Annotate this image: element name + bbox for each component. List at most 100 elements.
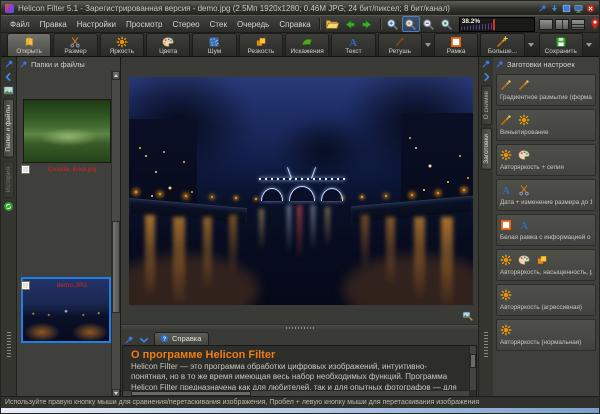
file-checkbox[interactable] xyxy=(21,281,30,290)
window-lights-right xyxy=(409,137,411,139)
tab-sharpen[interactable]: Резкость xyxy=(239,33,283,56)
sun-icon xyxy=(500,289,512,301)
more-dropdown-arrow[interactable] xyxy=(528,43,534,47)
save-dropdown-arrow[interactable] xyxy=(586,43,592,47)
preset-brightness-saturation-sharpness[interactable]: Авторяркость, насыщенность, резкос xyxy=(496,249,596,281)
water-reflection xyxy=(311,205,315,249)
zoom-out-button[interactable] xyxy=(420,16,438,32)
vtab-about-image[interactable]: О снимке xyxy=(481,85,492,125)
retouch-dropdown-arrow[interactable] xyxy=(425,43,431,47)
files-scrollbar[interactable] xyxy=(111,71,120,398)
sun-icon xyxy=(518,114,530,126)
pin-help-icon[interactable] xyxy=(124,335,134,345)
tab-frame[interactable]: Рамка xyxy=(434,33,478,56)
canvas-preview-button[interactable] xyxy=(461,309,474,321)
close-icon[interactable] xyxy=(586,4,595,13)
preset-vignette[interactable]: Виньетирование xyxy=(496,109,596,141)
app-icon xyxy=(5,4,14,13)
zoom-actual-button[interactable] xyxy=(438,16,456,32)
menu-file[interactable]: Файл xyxy=(5,18,35,31)
vtab-folders-files[interactable]: Папки и файлы xyxy=(3,99,14,158)
menu-queue[interactable]: Очередь xyxy=(232,18,274,31)
status-bar: Используйте правую кнопку мыши для сравн… xyxy=(1,396,599,408)
preset-gradient-blur[interactable]: Градиентное размытие (форма серд xyxy=(496,74,596,106)
preset-autobrightness-sepia[interactable]: Авторяркость + сепия xyxy=(496,144,596,176)
tab-save[interactable]: Сохранить xyxy=(539,33,583,56)
svg-text:?: ? xyxy=(163,336,166,342)
zoom-in-button[interactable] xyxy=(384,16,402,32)
file-name[interactable]: demo.JPG xyxy=(36,282,108,289)
tab-brightness[interactable]: Яркость xyxy=(100,33,144,56)
help-vertical-scrollbar[interactable] xyxy=(469,346,476,390)
maximize-icon[interactable] xyxy=(562,4,571,13)
brush-icon xyxy=(394,35,406,48)
layout-split-button[interactable] xyxy=(571,19,585,30)
magnifier-minus-icon xyxy=(422,18,435,31)
collapse-right-icon[interactable] xyxy=(481,72,491,82)
file-checkbox[interactable] xyxy=(21,165,30,174)
scrollbar-thumb[interactable] xyxy=(112,221,120,313)
folders-files-panel: Папки и файлы Croatia, Krka.jpg demo.JPG xyxy=(17,57,121,398)
street-lamps-right xyxy=(463,189,465,191)
preset-white-frame-info[interactable]: A Белая рамка с информацией о сним xyxy=(496,214,596,246)
preset-autobrightness-normal[interactable]: Авторяркость (нормальная) xyxy=(496,319,596,351)
water-reflection xyxy=(297,205,302,257)
menu-edit[interactable]: Правка xyxy=(35,18,72,31)
menu-help[interactable]: Справка xyxy=(274,18,315,31)
vtab-history[interactable]: История xyxy=(3,161,14,198)
tab-distortion[interactable]: Искажения xyxy=(285,33,329,56)
thumbnail-croatia[interactable] xyxy=(23,99,111,163)
help-splitter[interactable] xyxy=(121,325,478,330)
collapse-down-icon[interactable] xyxy=(139,335,149,345)
svg-text:A: A xyxy=(520,220,528,230)
tab-size[interactable]: Размер xyxy=(53,33,97,56)
tab-text[interactable]: AТекст xyxy=(331,33,375,56)
status-text: Используйте правую кнопку мыши для сравн… xyxy=(5,399,479,406)
open-folder-button[interactable] xyxy=(323,16,341,32)
frame-icon xyxy=(450,35,462,48)
tab-more[interactable]: Больше... xyxy=(480,33,524,56)
tab-open[interactable]: Открыть xyxy=(7,33,51,56)
image-canvas[interactable] xyxy=(121,57,478,325)
image-panel-icon[interactable] xyxy=(3,85,14,96)
preset-date-resize[interactable]: A Дата + изменение размера до 1024 xyxy=(496,179,596,211)
tab-noise[interactable]: Шум xyxy=(192,33,236,56)
left-splitter-grip[interactable] xyxy=(7,332,11,358)
marker-button[interactable] xyxy=(586,16,600,32)
back-button[interactable] xyxy=(341,16,359,32)
menu-stereo[interactable]: Стерео xyxy=(167,18,204,31)
pin-panel-icon[interactable] xyxy=(481,59,491,69)
collapse-left-icon[interactable] xyxy=(4,72,14,82)
help-icon: ? xyxy=(160,334,169,343)
green-arrow-right-icon xyxy=(361,18,374,31)
zoom-fit-button[interactable] xyxy=(402,16,420,32)
layout-single-button[interactable] xyxy=(539,19,553,30)
menu-view[interactable]: Просмотр xyxy=(121,18,168,31)
help-tab[interactable]: ? Справка xyxy=(154,332,209,345)
wand-icon xyxy=(496,35,508,48)
tab-retouch[interactable]: Ретушь xyxy=(378,33,422,56)
pin-panel-icon[interactable] xyxy=(4,59,14,69)
menu-settings[interactable]: Настройки xyxy=(72,18,121,31)
forward-button[interactable] xyxy=(359,16,377,32)
right-splitter-grip[interactable] xyxy=(484,332,488,358)
file-row-demo: demo.JPG xyxy=(21,281,108,290)
pin-icon[interactable] xyxy=(19,60,28,69)
text-icon: A xyxy=(347,35,359,48)
menu-stack[interactable]: Стек xyxy=(205,18,232,31)
monitor-icon[interactable] xyxy=(574,4,583,13)
minimize-icon[interactable] xyxy=(550,4,559,13)
zoom-slider[interactable]: 38.2% xyxy=(459,17,535,32)
refresh-icon[interactable] xyxy=(3,201,14,212)
sun-icon xyxy=(500,149,512,161)
buildings-right xyxy=(401,113,473,209)
pin-icon[interactable] xyxy=(495,60,504,69)
vtab-presets[interactable]: Заготовки xyxy=(481,128,492,170)
file-name[interactable]: Croatia, Krka.jpg xyxy=(36,166,108,173)
tab-colors[interactable]: Цвета xyxy=(146,33,190,56)
presets-panel: Заготовки настроек Градиентное размытие … xyxy=(493,57,599,398)
scroll-up-button[interactable] xyxy=(112,71,120,80)
layout-dual-button[interactable] xyxy=(555,19,569,30)
preset-autobrightness-aggressive[interactable]: Авторяркость (агрессивная) xyxy=(496,284,596,316)
pin-window-icon[interactable] xyxy=(538,4,547,13)
